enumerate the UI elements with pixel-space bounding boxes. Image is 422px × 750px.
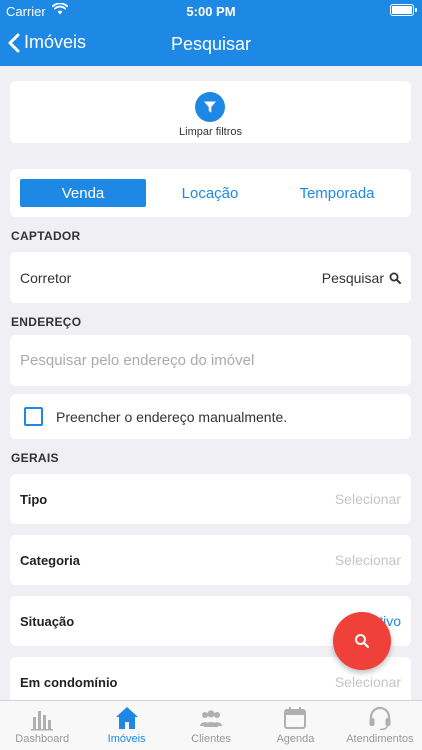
bar-chart-icon bbox=[31, 711, 54, 731]
condominio-value: Selecionar bbox=[334, 674, 401, 690]
segment-temporada[interactable]: Temporada bbox=[274, 179, 400, 207]
tab-label-agenda: Agenda bbox=[276, 733, 315, 745]
condominio-label: Em condomínio bbox=[20, 674, 118, 690]
situacao-label: Situação bbox=[20, 613, 75, 629]
nav-bar: Imóveis Pesquisar bbox=[0, 22, 422, 66]
tab-label-atendimentos: Atendimentos bbox=[346, 733, 414, 745]
tab-atendimentos[interactable]: Atendimentos bbox=[338, 701, 422, 750]
tab-clientes[interactable]: Clientes bbox=[169, 701, 253, 750]
pesquisar-label: Pesquisar bbox=[321, 269, 384, 286]
manual-address-option[interactable]: Preencher o endereço manualmente. bbox=[10, 394, 411, 439]
section-title-endereco: ENDEREÇO bbox=[11, 315, 82, 329]
segment-locacao[interactable]: Locação bbox=[147, 179, 273, 207]
battery-icon bbox=[390, 4, 417, 16]
categoria-value: Selecionar bbox=[334, 552, 401, 568]
tab-imoveis[interactable]: Imóveis bbox=[84, 701, 168, 750]
manual-address-checkbox[interactable] bbox=[24, 407, 43, 426]
segment-venda[interactable]: Venda bbox=[20, 179, 146, 207]
section-title-gerais: GERAIS bbox=[11, 451, 59, 465]
corretor-row[interactable]: Corretor Pesquisar bbox=[10, 252, 411, 303]
tab-dashboard[interactable]: Dashboard bbox=[0, 701, 84, 750]
status-bar: Carrier 5:00 PM bbox=[0, 0, 422, 22]
filter-icon bbox=[204, 101, 216, 113]
manual-address-label: Preencher o endereço manualmente. bbox=[56, 408, 288, 425]
calendar-icon bbox=[284, 707, 307, 729]
headset-icon bbox=[369, 706, 391, 731]
clear-filters-button[interactable] bbox=[195, 92, 225, 122]
address-search-input[interactable] bbox=[20, 352, 401, 369]
tab-bar: Dashboard Imóveis Clientes Agenda Atendi… bbox=[0, 700, 422, 750]
search-icon bbox=[389, 272, 401, 284]
tab-label-dashboard: Dashboard bbox=[15, 733, 70, 745]
search-fab-button[interactable] bbox=[333, 612, 391, 670]
people-icon bbox=[200, 710, 223, 727]
tab-agenda[interactable]: Agenda bbox=[253, 701, 337, 750]
categoria-label: Categoria bbox=[20, 552, 80, 568]
section-title-captador: CAPTADOR bbox=[11, 229, 81, 243]
corretor-search[interactable]: Pesquisar bbox=[322, 270, 401, 286]
filter-card: Limpar filtros bbox=[10, 81, 411, 143]
tipo-row[interactable]: Tipo Selecionar bbox=[10, 474, 411, 524]
address-search-field bbox=[10, 335, 411, 386]
categoria-row[interactable]: Categoria Selecionar bbox=[10, 535, 411, 585]
status-time: 5:00 PM bbox=[186, 4, 236, 19]
tipo-value: Selecionar bbox=[334, 491, 401, 507]
search-icon bbox=[355, 634, 370, 649]
corretor-label: Corretor bbox=[20, 269, 72, 286]
clear-filters-label[interactable]: Limpar filtros bbox=[10, 126, 411, 138]
transaction-type-segmented-control: Venda Locação Temporada bbox=[10, 169, 411, 217]
tipo-label: Tipo bbox=[20, 491, 48, 507]
house-icon bbox=[115, 707, 138, 729]
page-title: Pesquisar bbox=[170, 34, 252, 54]
tab-label-imoveis: Imóveis bbox=[107, 733, 146, 745]
tab-label-clientes: Clientes bbox=[191, 733, 231, 745]
